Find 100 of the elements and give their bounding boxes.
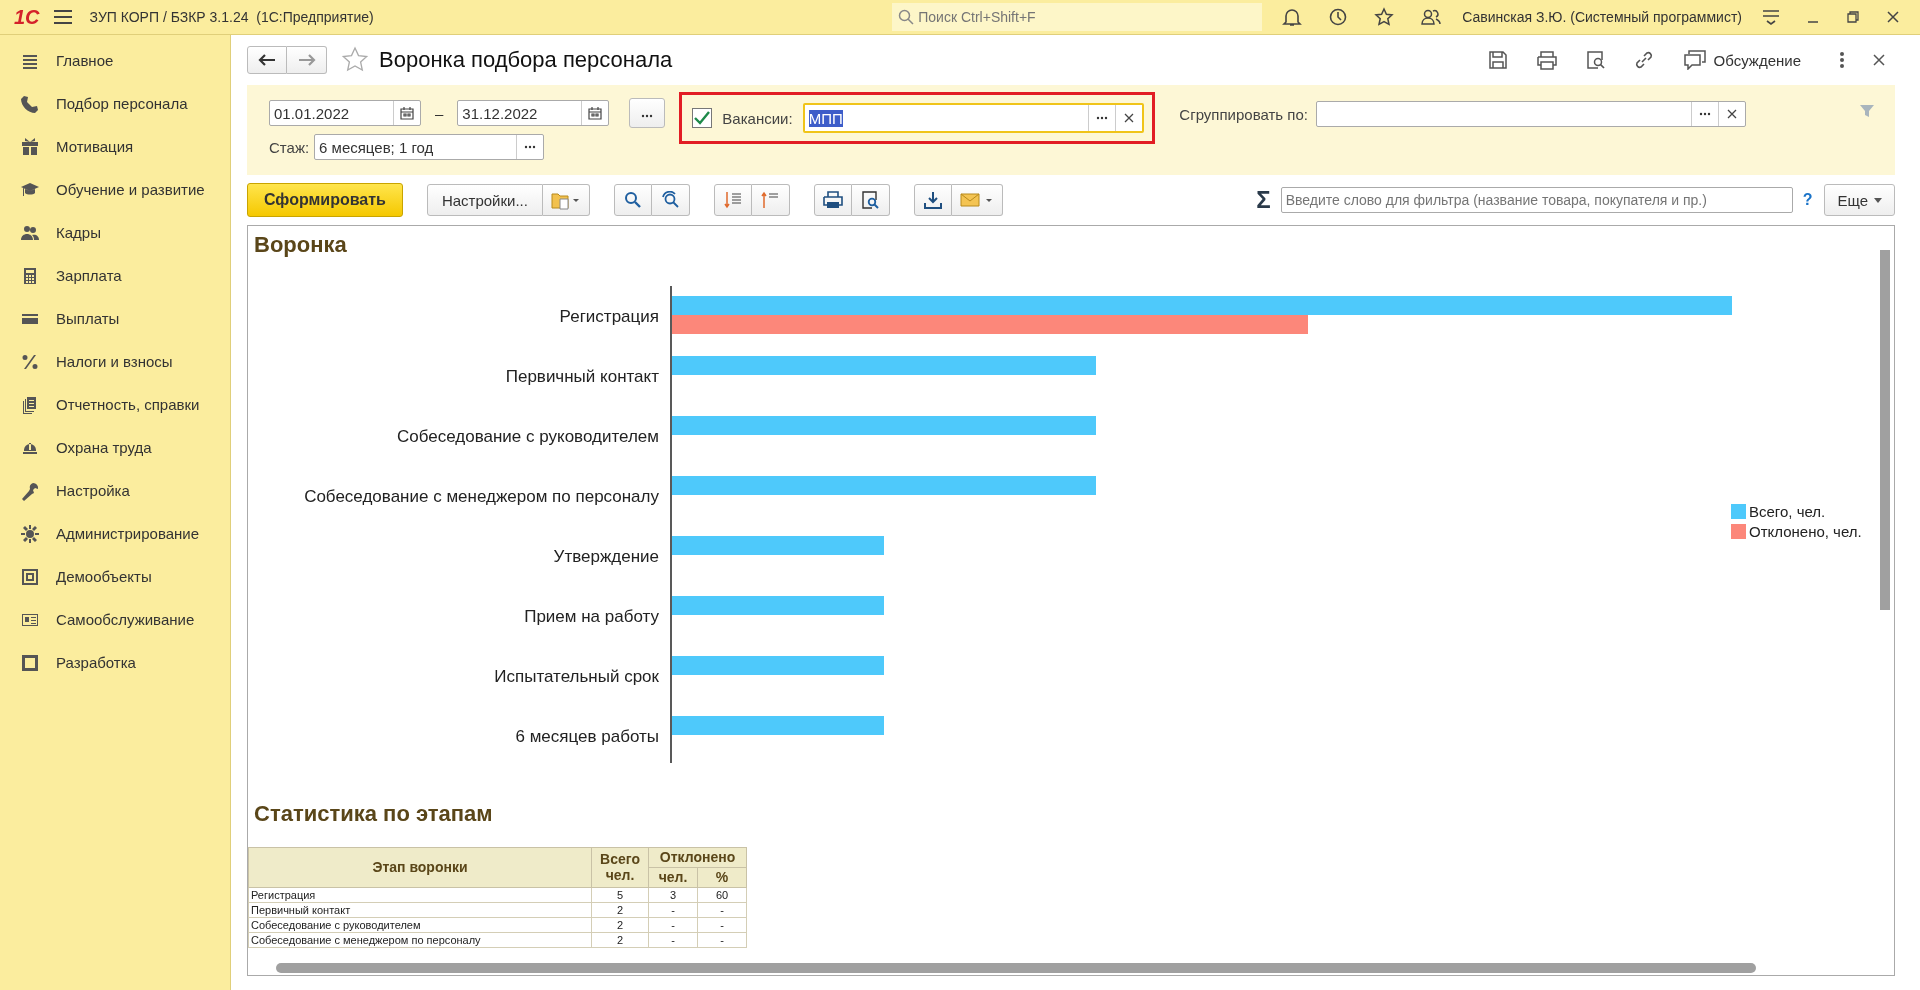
chart-title: Воронка: [254, 232, 348, 258]
more-button[interactable]: Еще: [1824, 184, 1895, 216]
sidebar-item[interactable]: Настройка: [0, 469, 230, 512]
table-cell: Собеседование с менеджером по персоналу: [248, 932, 592, 948]
print-icon[interactable]: [1535, 50, 1558, 70]
discussion-button[interactable]: Обсуждение: [1677, 49, 1807, 71]
download-button[interactable]: [913, 184, 952, 216]
sort-down-icon: [723, 191, 742, 209]
forward-arrow-icon: [297, 54, 316, 66]
star-icon[interactable]: [1374, 7, 1395, 27]
chat-icon: [1683, 50, 1706, 70]
category-label: Прием на работу: [524, 607, 659, 626]
collapse-button[interactable]: [751, 184, 790, 216]
table-cell: Регистрация: [248, 887, 592, 903]
settings-button[interactable]: Настройки...: [426, 184, 543, 216]
column-header: Этап воронки: [248, 847, 592, 888]
sidebar-item[interactable]: Главное: [0, 39, 230, 82]
sidebar-item[interactable]: Налоги и взносы: [0, 340, 230, 383]
generate-button[interactable]: Сформировать: [247, 183, 403, 217]
calendar-icon: [400, 106, 414, 120]
sort-up-icon: [761, 191, 780, 209]
sidebar-item[interactable]: Охрана труда: [0, 426, 230, 469]
table-cell: 2: [591, 932, 649, 948]
sidebar-item[interactable]: Демообъекты: [0, 555, 230, 598]
category-label: Регистрация: [559, 307, 659, 326]
category-label: Утверждение: [553, 547, 659, 566]
user-name[interactable]: Савинская З.Ю. (Системный программист): [1462, 9, 1742, 25]
table-cell: 2: [591, 902, 649, 918]
filter-field[interactable]: Введите слово для фильтра (название товара, покупателя и пр.): [1280, 187, 1793, 213]
caret-icon: [1874, 197, 1882, 203]
calendar-icon: [588, 106, 603, 120]
vacancies-checkbox[interactable]: [692, 108, 713, 128]
history-icon[interactable]: [1328, 7, 1349, 27]
preview-icon[interactable]: [1585, 50, 1606, 70]
find-next-button[interactable]: [651, 184, 690, 216]
help-link[interactable]: ?: [1802, 191, 1813, 209]
sidebar-item[interactable]: Отчетность, справки: [0, 383, 230, 426]
restore-icon[interactable]: [1846, 10, 1860, 24]
star-icon[interactable]: [341, 46, 369, 74]
vacancies-field[interactable]: МПП: [802, 103, 1145, 133]
section-icon: [20, 93, 40, 114]
close-icon[interactable]: [1873, 54, 1885, 66]
link-icon[interactable]: [1633, 50, 1654, 70]
category-label: 6 месяцев работы: [515, 727, 659, 746]
table-cell: Собеседование с руководителем: [248, 917, 592, 933]
sidebar-item[interactable]: Зарплата: [0, 254, 230, 297]
find-button[interactable]: [613, 184, 652, 216]
save-icon[interactable]: [1487, 50, 1508, 70]
table-cell: 5: [591, 887, 649, 903]
bell-icon[interactable]: [1282, 7, 1303, 27]
category-label: Собеседование с руководителем: [397, 427, 659, 446]
sum-icon[interactable]: Σ: [1256, 186, 1271, 214]
expand-button[interactable]: [713, 184, 752, 216]
clear-icon: [1726, 109, 1737, 119]
table-cell: 60: [697, 887, 747, 903]
column-header: Всего чел.: [591, 847, 649, 888]
date-to-field[interactable]: 31.12.2022: [457, 100, 610, 126]
search-icon: [898, 9, 915, 25]
sidebar-item[interactable]: Подбор персонала: [0, 82, 230, 125]
more-icon[interactable]: [1839, 51, 1845, 69]
sidebar-item[interactable]: Мотивация: [0, 125, 230, 168]
table-cell: -: [648, 902, 698, 918]
back-arrow-icon: [258, 54, 276, 66]
envelope-dropdown-icon: [959, 192, 994, 208]
clear-icon: [1124, 113, 1135, 123]
ellipsis-icon: [1096, 116, 1109, 120]
table-cell: 2: [591, 917, 649, 933]
section-icon: [20, 652, 40, 673]
preview-button[interactable]: [851, 184, 890, 216]
back-button[interactable]: [247, 46, 287, 74]
preview-icon: [861, 191, 880, 209]
date-separator: –: [435, 104, 444, 122]
list-menu-icon[interactable]: [1762, 9, 1780, 25]
date-from-field[interactable]: 01.01.2022: [269, 100, 421, 126]
sidebar-item[interactable]: Самообслуживание: [0, 598, 230, 641]
table-cell: -: [648, 917, 698, 933]
sidebar-item[interactable]: Кадры: [0, 211, 230, 254]
group-by-label: Сгруппировать по:: [1179, 105, 1308, 123]
print-icon: [822, 191, 843, 209]
table-cell: -: [697, 902, 747, 918]
menu-icon[interactable]: [53, 10, 72, 24]
experience-label: Стаж:: [269, 138, 310, 156]
experience-field[interactable]: 6 месяцев; 1 год: [314, 134, 545, 160]
sidebar-item[interactable]: Обучение и развитие: [0, 168, 230, 211]
logo: 1С: [14, 5, 40, 29]
category-label: Собеседование с менеджером по персоналу: [304, 487, 659, 506]
close-icon[interactable]: [1886, 10, 1900, 24]
section-icon: [20, 523, 40, 544]
sidebar-item[interactable]: Администрирование: [0, 512, 230, 555]
section-icon: [20, 136, 40, 157]
ellipsis-icon: [1698, 112, 1711, 116]
print-button[interactable]: [813, 184, 852, 216]
table-cell: Первичный контакт: [248, 902, 592, 918]
legend-label: Всего, чел.: [1749, 503, 1826, 520]
sidebar-item[interactable]: Разработка: [0, 641, 230, 684]
sidebar-item[interactable]: Выплаты: [0, 297, 230, 340]
users-icon[interactable]: [1420, 7, 1443, 27]
column-header: Отклонено: [648, 847, 747, 868]
group-by-field[interactable]: [1315, 101, 1746, 127]
table-cell: -: [648, 932, 698, 948]
